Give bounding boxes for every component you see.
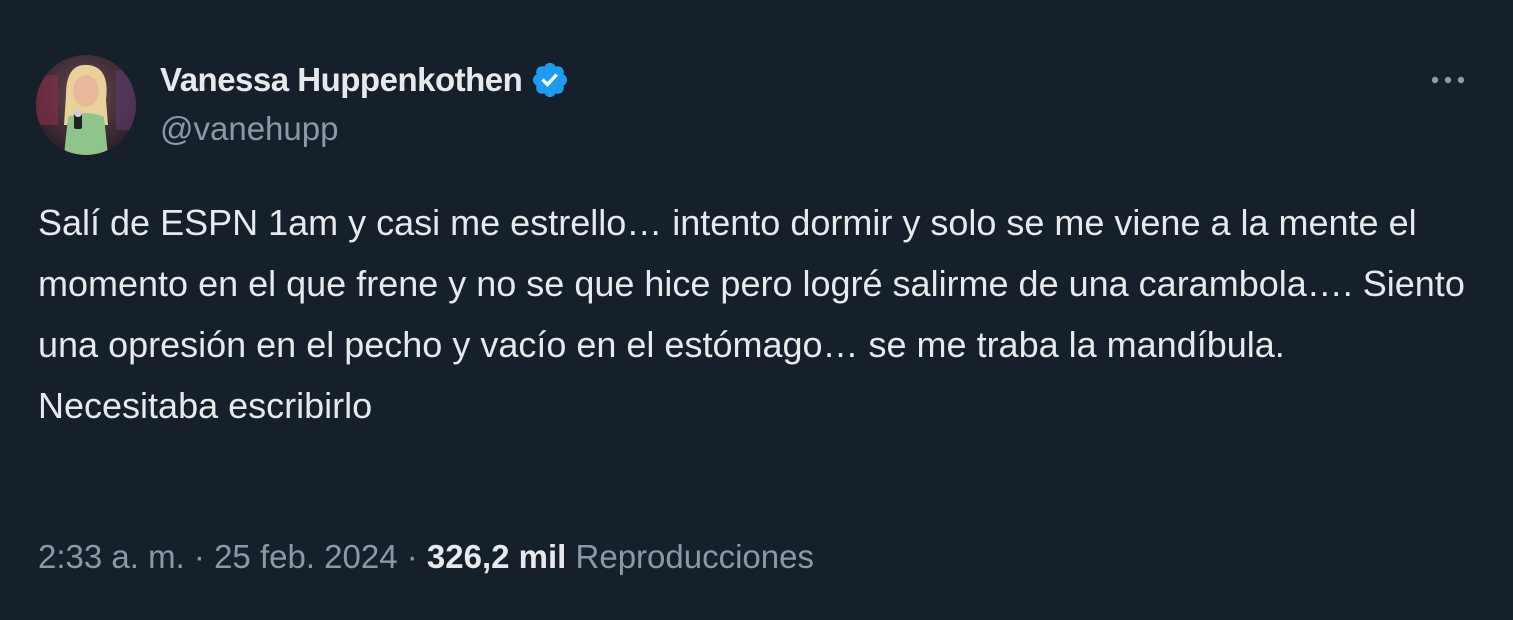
meta-separator: · — [397, 538, 427, 575]
meta-separator: · — [184, 538, 215, 575]
views-count: 326,2 mil — [426, 538, 567, 575]
tweet-time[interactable]: 2:33 a. m. — [38, 538, 185, 575]
tweet-meta: 2:33 a. m. · 25 feb. 2024 · 326,2 mil Re… — [38, 538, 814, 576]
author-avatar[interactable] — [36, 55, 136, 155]
more-options-icon — [1431, 76, 1465, 84]
author-display-name[interactable]: Vanessa Huppenkothen — [160, 61, 523, 99]
tweet-date[interactable]: 25 feb. 2024 — [214, 538, 398, 575]
tweet-text: Salí de ESPN 1am y casi me estrello… int… — [38, 202, 1465, 426]
tweet-card: Vanessa Huppenkothen @vanehupp Salí de E… — [0, 0, 1513, 620]
author-name-row: Vanessa Huppenkothen — [160, 58, 570, 102]
author-handle[interactable]: @vanehupp — [160, 110, 338, 148]
views-label: Reproducciones — [575, 538, 814, 575]
more-options-button[interactable] — [1420, 60, 1476, 100]
verified-badge-icon[interactable] — [530, 60, 570, 100]
avatar-image — [36, 55, 136, 155]
